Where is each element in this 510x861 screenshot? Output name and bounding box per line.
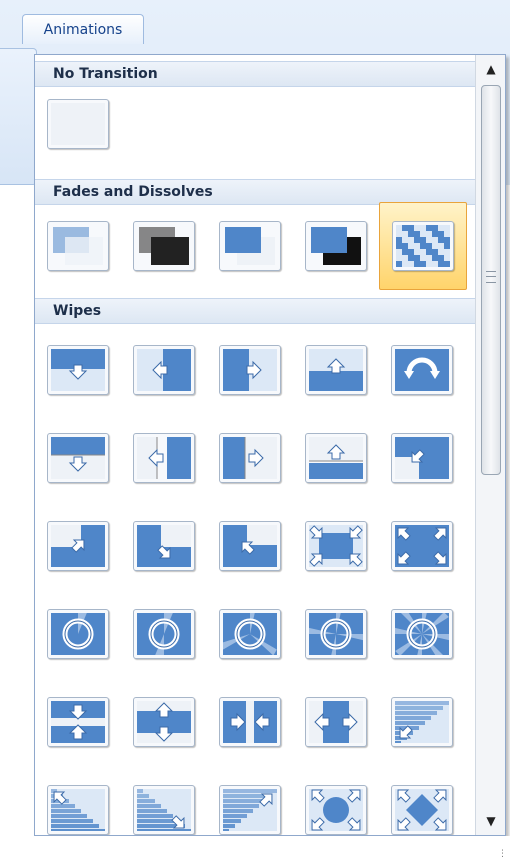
transition-diamond[interactable]: [387, 779, 457, 835]
transition-box-out[interactable]: [387, 515, 457, 577]
gallery-content: No Transition Fades and Dissolves Wipes: [35, 55, 475, 835]
wipe-up-icon: [305, 345, 367, 395]
wipe-down-icon: [47, 345, 109, 395]
fade-smoothly-alt-icon: [219, 221, 281, 271]
transition-split-vertical-out[interactable]: [301, 691, 371, 753]
wheel-4-spokes-icon: [305, 609, 367, 659]
transition-gallery: No Transition Fades and Dissolves Wipes …: [34, 54, 506, 836]
wipe-right-icon: [219, 345, 281, 395]
transition-split-vertical-in[interactable]: [215, 691, 285, 753]
transition-wipe-up[interactable]: [301, 339, 371, 401]
transition-strips-left-down[interactable]: [387, 691, 457, 753]
strips-right-up-icon: [133, 785, 195, 835]
transition-push-right[interactable]: [215, 427, 285, 489]
transition-push-down[interactable]: [43, 427, 113, 489]
transition-cover-right-up[interactable]: [43, 515, 113, 577]
push-down-icon: [47, 433, 109, 483]
section-title: Fades and Dissolves: [53, 184, 213, 200]
ribbon-group-panel: [0, 48, 37, 185]
gallery-scrollbar[interactable]: ▲ ▼: [475, 55, 505, 835]
scroll-thumb[interactable]: [481, 85, 501, 475]
wipe-left-icon: [133, 345, 195, 395]
grip-icon: [486, 271, 496, 283]
wheel-2-spokes-icon: [133, 609, 195, 659]
diamond-icon: [391, 785, 453, 835]
wheel-8-spokes-icon: [391, 609, 453, 659]
tab-animations-label: Animations: [43, 21, 123, 38]
section-title: Wipes: [53, 303, 102, 319]
transition-push-up[interactable]: [301, 427, 371, 489]
scroll-up-arrow-icon[interactable]: ▲: [481, 61, 501, 77]
strips-right-down-icon: [219, 785, 281, 835]
transition-box-in[interactable]: [301, 515, 371, 577]
transition-wipe-down[interactable]: [43, 339, 113, 401]
scroll-down-arrow-icon[interactable]: ▼: [481, 813, 501, 829]
transition-fade-smoothly[interactable]: [43, 215, 113, 277]
transition-fade-smoothly-alt[interactable]: [215, 215, 285, 277]
uncover-left-down-icon: [133, 521, 195, 571]
transition-wheel-clockwise[interactable]: [387, 339, 457, 401]
transition-strips-right-down[interactable]: [215, 779, 285, 835]
fade-through-black-alt-icon: [305, 221, 367, 271]
transition-wheel-1-spoke[interactable]: [43, 603, 113, 665]
split-horizontal-in-icon: [47, 697, 109, 747]
transition-no-transition[interactable]: [43, 93, 113, 155]
tab-animations[interactable]: Animations: [22, 14, 144, 44]
cover-right-up-icon: [47, 521, 109, 571]
wheel-clockwise-icon: [391, 345, 453, 395]
wheel-3-spokes-icon: [219, 609, 281, 659]
transition-circle[interactable]: [301, 779, 371, 835]
split-vertical-in-icon: [219, 697, 281, 747]
strips-left-down-icon: [391, 697, 453, 747]
box-in-icon: [305, 521, 367, 571]
section-header-no-transition: No Transition: [35, 61, 475, 87]
transition-wheel-2-spokes[interactable]: [129, 603, 199, 665]
transition-push-left[interactable]: [129, 427, 199, 489]
push-up-icon: [305, 433, 367, 483]
resize-grip-icon[interactable]: ⋮: [498, 850, 507, 861]
cover-left-down-icon: [391, 433, 453, 483]
split-horizontal-out-icon: [133, 697, 195, 747]
push-right-icon: [219, 433, 281, 483]
no-transition-icon: [47, 99, 109, 149]
transition-wheel-4-spokes[interactable]: [301, 603, 371, 665]
transition-cover-left-down[interactable]: [387, 427, 457, 489]
wheel-1-spoke-icon: [47, 609, 109, 659]
transition-fade-through-black[interactable]: [129, 215, 199, 277]
transition-wipe-right[interactable]: [215, 339, 285, 401]
transition-uncover-left-down[interactable]: [129, 515, 199, 577]
fade-through-black-icon: [133, 221, 195, 271]
strips-left-up-icon: [47, 785, 109, 835]
split-vertical-out-icon: [305, 697, 367, 747]
transition-wheel-8-spokes[interactable]: [387, 603, 457, 665]
gallery-footer: ⋮: [34, 836, 510, 861]
dissolve-icon: [392, 221, 454, 271]
transition-split-horizontal-out[interactable]: [129, 691, 199, 753]
transition-dissolve[interactable]: [379, 202, 467, 290]
transition-fade-through-black-alt[interactable]: [301, 215, 371, 277]
box-out-icon: [391, 521, 453, 571]
circle-icon: [305, 785, 367, 835]
push-left-icon: [133, 433, 195, 483]
fade-smoothly-icon: [47, 221, 109, 271]
section-header-wipes: Wipes: [35, 298, 475, 324]
transition-strips-right-up[interactable]: [129, 779, 199, 835]
uncover-right-up-icon: [219, 521, 281, 571]
section-title: No Transition: [53, 66, 158, 82]
transition-split-horizontal-in[interactable]: [43, 691, 113, 753]
transition-wheel-3-spokes[interactable]: [215, 603, 285, 665]
transition-strips-left-up[interactable]: [43, 779, 113, 835]
transition-uncover-right-up[interactable]: [215, 515, 285, 577]
transition-wipe-left[interactable]: [129, 339, 199, 401]
